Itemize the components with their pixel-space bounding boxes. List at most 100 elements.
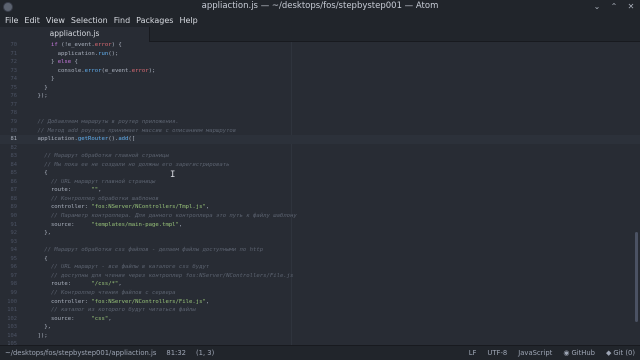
code-editor[interactable]: 70 if (!e_event.error) {71 application.r…: [0, 42, 640, 345]
line-number: 83: [10, 153, 18, 160]
code-text: if (!e_event.error) {: [50, 42, 122, 48]
code-line[interactable]: 97 // доступны для чтения через контролл…: [0, 272, 640, 281]
menu-edit[interactable]: Edit: [21, 14, 43, 27]
code-line[interactable]: 98 route: "/css/*",: [0, 280, 640, 289]
code-text: source: "templates/main-page.tmpl",: [24, 221, 183, 228]
code-line[interactable]: 99 // Контроллер чтения файлов с сервера: [0, 289, 640, 298]
line-number: 88: [10, 195, 18, 202]
code-text: // URL маршрут - все файлы в каталоге cs…: [24, 264, 210, 271]
code-line[interactable]: 86 // URL маршрут главной страницы: [0, 178, 640, 187]
status-cursor-position[interactable]: 81:32: [166, 349, 186, 357]
menu-find[interactable]: Find: [111, 14, 133, 27]
code-line[interactable]: 91 source: "templates/main-page.tmpl",: [0, 221, 640, 230]
code-line[interactable]: 76 });: [0, 92, 640, 101]
code-text: // URL маршрут главной страницы: [24, 178, 156, 185]
code-line[interactable]: 85 {: [0, 169, 640, 178]
code-line[interactable]: 95 {: [0, 255, 640, 264]
code-text: route: "",: [24, 187, 102, 194]
code-text: // Маршрут обработки главной страницы: [24, 153, 169, 160]
line-number: 97: [10, 272, 18, 279]
code-line[interactable]: 93: [0, 238, 640, 247]
title-bar: appliaction.js — ~/desktops/fos/stepbyst…: [0, 0, 640, 14]
code-text: // Добавляем маршруты в роутер приложени…: [24, 118, 179, 125]
code-line[interactable]: 70 if (!e_event.error) {: [0, 42, 640, 50]
code-line[interactable]: 84 // Мы пока ее не создали но должны ег…: [0, 161, 640, 170]
code-line[interactable]: 103 },: [0, 323, 640, 332]
code-line[interactable]: 73 console.error(e_event.error);: [0, 67, 640, 76]
code-text: // Параметр контроллера. Для данного кон…: [24, 213, 297, 219]
code-line[interactable]: 72 } else {: [0, 58, 640, 67]
minimize-icon[interactable]: ⌄: [592, 2, 602, 12]
menu-file[interactable]: File: [2, 14, 21, 27]
code-line[interactable]: 104 ]);: [0, 332, 640, 341]
code-line[interactable]: 83 // Маршрут обработки главной страницы: [0, 152, 640, 161]
status-file-path[interactable]: ~/desktops/fos/stepbystep001/appliaction…: [5, 349, 156, 357]
code-text: application.run();: [24, 50, 119, 57]
line-number: 101: [7, 307, 17, 314]
github-icon: ◉: [563, 349, 570, 357]
code-text: }: [24, 84, 48, 91]
line-number: 87: [10, 187, 18, 194]
line-number: 77: [10, 101, 18, 108]
code-line[interactable]: 96 // URL маршрут - все файлы в каталоге…: [0, 263, 640, 272]
code-line[interactable]: 82: [0, 144, 640, 153]
line-number: 90: [10, 213, 18, 219]
line-number: 75: [10, 84, 18, 91]
text-cursor-icon: I: [170, 170, 176, 180]
code-line[interactable]: 92 },: [0, 229, 640, 238]
code-line[interactable]: 89 controller: "fos:NServer/NControllers…: [0, 203, 640, 212]
code-text: },: [24, 324, 51, 331]
code-text: // Метод add роутера принимает массив с …: [24, 127, 237, 134]
code-line[interactable]: 94 // Маршрут обработки css файлов - дел…: [0, 246, 640, 255]
status-encoding[interactable]: UTF-8: [487, 349, 507, 357]
line-number: 91: [10, 221, 18, 228]
line-number: 86: [10, 178, 18, 185]
code-line[interactable]: 80 // Метод add роутера принимает массив…: [0, 127, 640, 136]
status-selection-count: (1, 3): [196, 349, 215, 357]
code-text: } else {: [24, 59, 78, 66]
menu-selection[interactable]: Selection: [68, 14, 111, 27]
code-line[interactable]: 71 application.run();: [0, 50, 640, 59]
code-text: console.error(e_event.error);: [24, 67, 156, 74]
line-number: 100: [7, 298, 17, 305]
code-line[interactable]: 87 route: "",: [0, 186, 640, 195]
tab-label: appliaction.js: [49, 29, 100, 38]
line-number: 84: [10, 161, 18, 168]
code-line[interactable]: 100 controller: "fos:NServer/NController…: [0, 298, 640, 307]
line-number: 81: [10, 136, 18, 143]
code-line[interactable]: 90 // Параметр контроллера. Для данного …: [0, 212, 640, 221]
code-text: ]);: [24, 332, 48, 339]
code-line[interactable]: 77: [0, 101, 640, 110]
code-line[interactable]: 101 // каталог из которого будут читатьс…: [0, 306, 640, 315]
close-icon[interactable]: ✕: [626, 2, 636, 12]
code-line[interactable]: 88 // Контроллер обработки шаблонов: [0, 195, 640, 204]
code-line[interactable]: 75 }: [0, 84, 640, 93]
code-line[interactable]: 78: [0, 109, 640, 118]
code-line[interactable]: 74 }: [0, 75, 640, 84]
menu-help[interactable]: Help: [176, 14, 200, 27]
status-bar: ~/desktops/fos/stepbystep001/appliaction…: [0, 345, 640, 360]
line-number: 71: [10, 50, 18, 57]
line-number: 104: [7, 332, 17, 339]
menu-packages[interactable]: Packages: [133, 14, 176, 27]
menu-view[interactable]: View: [43, 14, 68, 27]
line-number: 103: [7, 324, 17, 331]
status-line-ending[interactable]: LF: [469, 349, 477, 357]
line-number: 89: [10, 204, 18, 211]
line-number: 95: [10, 255, 18, 262]
status-github[interactable]: ◉ GitHub: [563, 349, 595, 357]
line-number: 94: [10, 247, 18, 254]
tab-appliaction-js[interactable]: appliaction.js: [0, 27, 150, 42]
maximize-icon[interactable]: ⌃: [609, 2, 619, 12]
line-number: 74: [10, 76, 18, 83]
code-text: // Контроллер обработки шаблонов: [24, 195, 159, 202]
code-line[interactable]: 102 source: "css",: [0, 315, 640, 324]
vertical-scrollbar[interactable]: [635, 232, 638, 322]
code-line[interactable]: 79 // Добавляем маршруты в роутер прилож…: [0, 118, 640, 127]
code-text: source: "css",: [24, 315, 112, 322]
status-git[interactable]: ◆ Git (0): [606, 349, 635, 357]
code-line[interactable]: 81 application.getRouter().add([: [0, 135, 640, 144]
status-grammar[interactable]: JavaScript: [518, 349, 552, 357]
code-text: // доступны для чтения через контроллер …: [24, 272, 294, 279]
line-number: 93: [10, 238, 18, 245]
